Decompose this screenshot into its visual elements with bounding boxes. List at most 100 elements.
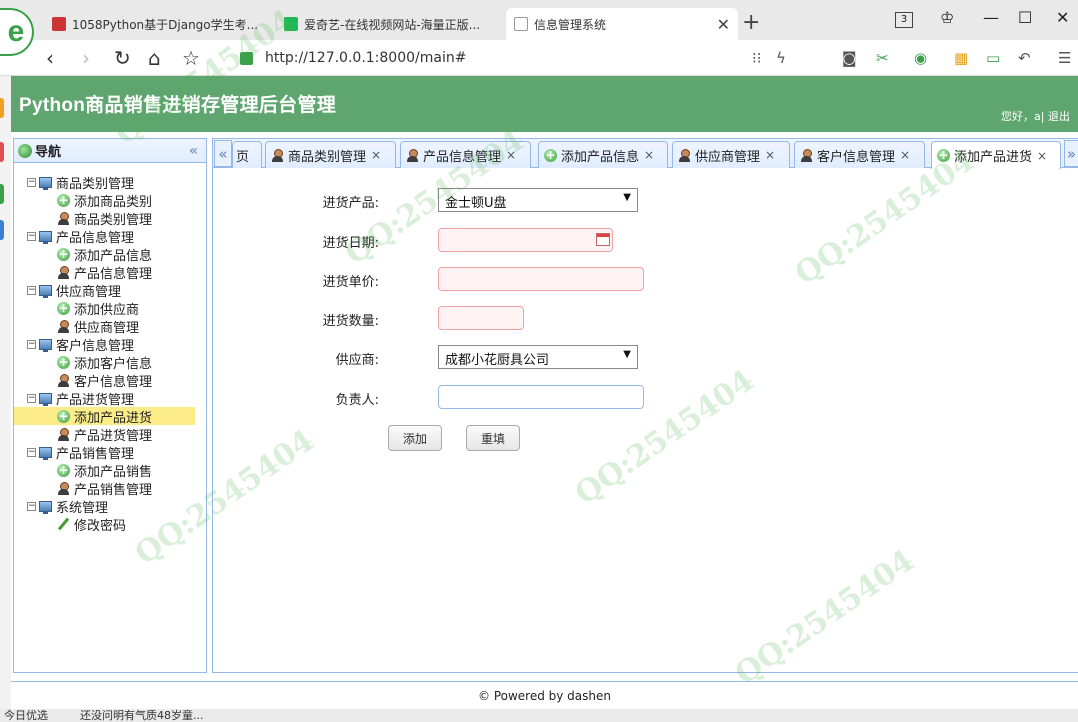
collapse-tree-icon[interactable]: − [27, 285, 36, 295]
collapse-nav-button[interactable]: « [189, 143, 198, 159]
new-tab-button[interactable]: + [742, 10, 760, 35]
user-icon [57, 373, 70, 387]
nav-item-add-purchase[interactable]: + 添加产品进货 [14, 407, 195, 426]
nav-item-add-supplier[interactable]: + 添加供应商 [14, 299, 206, 318]
translate-icon[interactable]: ◉ [914, 49, 927, 67]
form-row-supplier: 供应商: 成都小花厨具公司 ▼ [213, 345, 1078, 371]
nav-panel: 导航 « − 商品类别管理 + 添加商品类别 商品类别管理 − 产品信息管理 + 添加产… [13, 138, 207, 673]
product-select[interactable]: 金士顿U盘 ▼ [438, 188, 638, 212]
browser-tab-2[interactable]: 爱奇艺-在线视频网站-海量正版... [276, 8, 502, 40]
nav-item-sales-manage[interactable]: 产品销售管理 [14, 479, 206, 498]
computer-icon [39, 284, 52, 298]
tab-supplier-manage[interactable]: 供应商管理 × [672, 141, 790, 168]
maximize-icon[interactable]: ☐ [1018, 8, 1032, 27]
tab-customer-manage[interactable]: 客户信息管理 × [794, 141, 925, 168]
logout-link[interactable]: 退出 [1048, 110, 1070, 123]
bookmark-star-icon[interactable]: ☆ [182, 46, 200, 70]
form-actions: 添加 重填 [213, 425, 1078, 451]
nav-group-category[interactable]: − 商品类别管理 [14, 173, 206, 192]
browser-tab-1[interactable]: 1058Python基于Django学生考... [44, 8, 274, 40]
purchase-date-input[interactable] [438, 228, 613, 252]
back-icon[interactable]: ‹ [46, 46, 54, 70]
tab-category-manage[interactable]: 商品类别管理 × [265, 141, 396, 168]
home-icon[interactable]: ⌂ [148, 46, 161, 70]
close-tab-icon[interactable]: × [1037, 149, 1047, 163]
collapse-tree-icon[interactable]: − [27, 393, 36, 403]
reset-button[interactable]: 重填 [466, 425, 520, 451]
collapse-tree-icon[interactable]: − [27, 339, 36, 349]
menu-icon[interactable]: ☰ [1058, 49, 1071, 67]
nav-group-system[interactable]: − 系统管理 [14, 497, 206, 516]
sidebar-widget-icon[interactable] [0, 220, 4, 240]
nav-group-sales[interactable]: − 产品销售管理 [14, 443, 206, 462]
user-icon [271, 148, 284, 162]
tab-count-badge[interactable]: 3 [895, 12, 913, 28]
form-row-owner: 负责人: [213, 385, 1078, 411]
secure-icon [240, 51, 253, 65]
nav-item-add-sale[interactable]: + 添加产品销售 [14, 461, 206, 480]
close-tab-icon[interactable]: ✕ [707, 15, 730, 34]
quantity-input[interactable] [438, 306, 524, 330]
unit-price-input[interactable] [438, 267, 644, 291]
supplier-select[interactable]: 成都小花厨具公司 ▼ [438, 345, 638, 369]
collapse-tree-icon[interactable]: − [27, 231, 36, 241]
nav-item-customer-manage[interactable]: 客户信息管理 [14, 371, 206, 390]
tab-add-product[interactable]: + 添加产品信息 × [538, 141, 668, 168]
close-window-icon[interactable]: ✕ [1056, 8, 1069, 27]
extension-icon[interactable]: ◙ [842, 49, 857, 67]
owner-input[interactable] [438, 385, 644, 409]
nav-group-supplier[interactable]: − 供应商管理 [14, 281, 206, 300]
sidebar-widget-icon[interactable] [0, 142, 4, 162]
status-news[interactable]: 还没问明有气质48岁童... [80, 709, 204, 722]
sidebar-widget-icon[interactable] [0, 184, 4, 204]
nav-item-add-category[interactable]: + 添加商品类别 [14, 191, 206, 210]
submit-button[interactable]: 添加 [388, 425, 442, 451]
nav-item-supplier-manage[interactable]: 供应商管理 [14, 317, 206, 336]
url-text: http://127.0.0.1:8000/main# [265, 50, 467, 66]
close-tab-icon[interactable]: × [900, 148, 910, 162]
forward-icon[interactable]: › [82, 46, 90, 70]
close-tab-icon[interactable]: × [644, 148, 654, 162]
nav-group-product[interactable]: − 产品信息管理 [14, 227, 206, 246]
close-tab-icon[interactable]: × [506, 148, 516, 162]
nav-group-customer[interactable]: − 客户信息管理 [14, 335, 206, 354]
document-icon [514, 17, 528, 31]
tab-scroll-right-button[interactable]: » [1064, 140, 1078, 167]
nav-item-purchase-manage[interactable]: 产品进货管理 [14, 425, 206, 444]
close-tab-icon[interactable]: × [765, 148, 775, 162]
tab-home[interactable]: 页 [232, 141, 262, 168]
tab-product-manage[interactable]: 产品信息管理 × [400, 141, 531, 168]
refresh-icon[interactable]: ↻ [114, 46, 131, 70]
collapse-tree-icon[interactable]: − [27, 501, 36, 511]
nav-item-category-manage[interactable]: 商品类别管理 [14, 209, 206, 228]
tab-add-purchase[interactable]: + 添加产品进货 × [931, 141, 1061, 169]
shirt-icon[interactable]: ♔ [940, 8, 954, 27]
calendar-icon[interactable] [596, 233, 610, 246]
nav-group-label: 商品类别管理 [56, 176, 135, 192]
collapse-tree-icon[interactable]: − [27, 447, 36, 457]
minimize-icon[interactable]: — [983, 8, 999, 27]
nav-group-purchase[interactable]: − 产品进货管理 [14, 389, 206, 408]
scissors-icon[interactable]: ✂ [876, 49, 889, 67]
globe-icon [18, 143, 32, 158]
undo-icon[interactable]: ↶ [1018, 49, 1031, 67]
nav-item-label: 产品信息管理 [74, 266, 153, 282]
collapse-tree-icon[interactable]: − [27, 177, 36, 187]
close-tab-icon[interactable]: × [371, 148, 381, 162]
speed-icon[interactable]: ϟ [776, 49, 786, 67]
nav-item-add-customer[interactable]: + 添加客户信息 [14, 353, 206, 372]
tab-scroll-left-button[interactable]: « [214, 140, 232, 167]
qr-icon[interactable]: ⁝⁝ [752, 49, 762, 67]
nav-item-change-password[interactable]: 修改密码 [14, 515, 206, 534]
nav-item-product-manage[interactable]: 产品信息管理 [14, 263, 206, 282]
add-icon: + [57, 462, 70, 477]
sidebar-widget-icon[interactable] [0, 98, 4, 118]
nav-tree: − 商品类别管理 + 添加商品类别 商品类别管理 − 产品信息管理 + 添加产品信息 产… [14, 163, 206, 534]
apps-icon[interactable]: ▦ [954, 49, 968, 67]
url-field[interactable]: http://127.0.0.1:8000/main# [240, 48, 466, 68]
nav-item-add-product[interactable]: + 添加产品信息 [14, 245, 206, 264]
status-recommend[interactable]: 今日优选 [4, 709, 48, 722]
computer-icon [39, 338, 52, 352]
battery-icon[interactable]: ▭ [986, 49, 1000, 67]
browser-tab-3[interactable]: 信息管理系统 ✕ [506, 8, 738, 40]
